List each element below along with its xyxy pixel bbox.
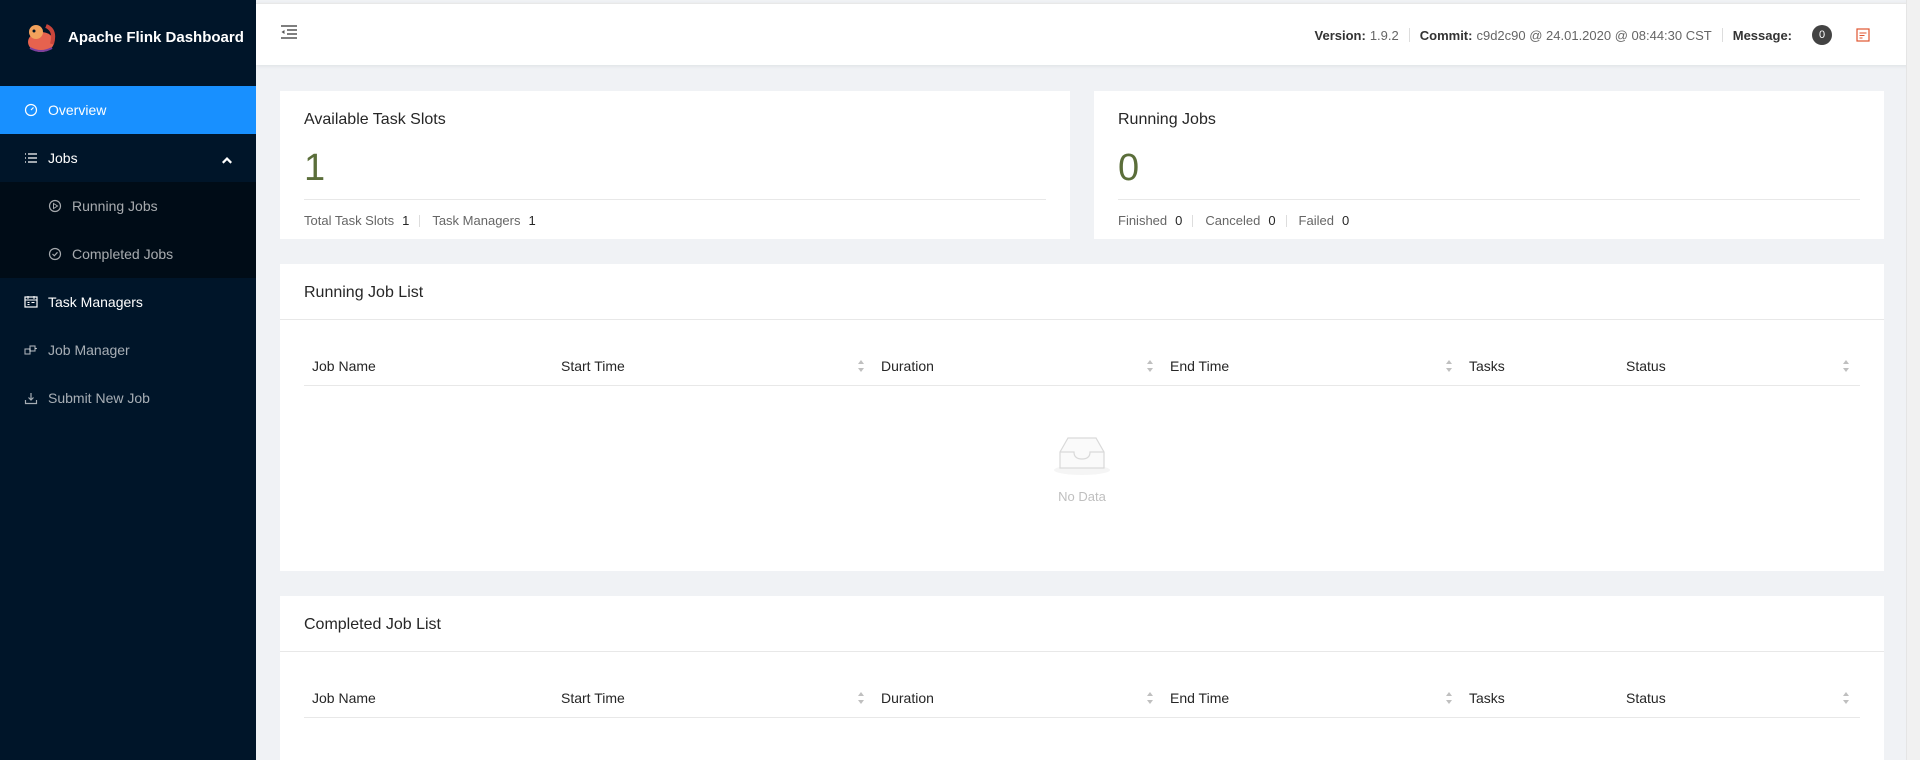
- column-job-name[interactable]: Job Name: [312, 678, 376, 718]
- sort-icon[interactable]: [1842, 359, 1850, 373]
- column-status[interactable]: Status: [1626, 678, 1666, 718]
- message-badge[interactable]: 0: [1812, 25, 1832, 45]
- sidebar-item-label: Running Jobs: [72, 198, 158, 214]
- column-start-time[interactable]: Start Time: [561, 678, 625, 718]
- header: Version: 1.9.2 Commit: c9d2c90 @ 24.01.2…: [256, 3, 1920, 65]
- sort-icon[interactable]: [1445, 359, 1453, 373]
- divider: [1285, 214, 1287, 227]
- canceled-value: 0: [1268, 213, 1276, 228]
- column-tasks[interactable]: Tasks: [1469, 346, 1505, 386]
- logo[interactable]: Apache Flink Dashboard: [0, 0, 256, 74]
- flink-squirrel-icon: [28, 24, 56, 52]
- canceled-label: Canceled: [1205, 213, 1261, 228]
- empty-text: No Data: [1058, 489, 1106, 504]
- task-managers-value: 1: [528, 213, 536, 228]
- sidebar-item-task-managers[interactable]: Task Managers: [0, 278, 256, 326]
- play-circle-icon: [48, 199, 62, 213]
- sidebar-menu: Overview Jobs Running Jobs Completed Job…: [0, 86, 256, 422]
- list-title: Completed Job List: [304, 616, 441, 633]
- running-jobs-value: 0: [1118, 147, 1140, 189]
- sidebar-item-label: Submit New Job: [48, 390, 150, 406]
- table-header: Job Name Start Time Duration End Time Ta…: [304, 678, 1860, 718]
- sidebar-item-label: Completed Jobs: [72, 246, 174, 262]
- task-managers-label: Task Managers: [432, 213, 521, 228]
- table-header: Job Name Start Time Duration End Time Ta…: [304, 346, 1860, 386]
- failed-label: Failed: [1298, 213, 1334, 228]
- sidebar-item-label: Job Manager: [48, 342, 130, 358]
- sidebar-item-overview[interactable]: Overview: [0, 86, 256, 134]
- message-label: Message:: [1732, 27, 1792, 43]
- sidebar-item-submit-new-job[interactable]: Submit New Job: [0, 374, 256, 422]
- failed-value: 0: [1341, 213, 1350, 228]
- completed-job-list: Completed Job List Job Name Start Time D…: [280, 596, 1884, 760]
- sidebar-item-jobs[interactable]: Jobs: [0, 134, 256, 182]
- sort-icon[interactable]: [857, 359, 865, 373]
- app-title: Apache Flink Dashboard: [68, 28, 244, 46]
- dashboard-icon: [24, 103, 38, 117]
- column-end-time[interactable]: End Time: [1170, 346, 1229, 386]
- sidebar-item-label: Overview: [48, 102, 107, 118]
- slots-stats: Total Task Slots 1 Task Managers 1: [304, 213, 546, 228]
- empty-state: No Data: [280, 432, 1884, 504]
- sidebar-item-job-manager[interactable]: Job Manager: [0, 326, 256, 374]
- divider: [419, 214, 421, 227]
- list-header: Running Job List: [280, 264, 1884, 320]
- list-header: Completed Job List: [280, 596, 1884, 652]
- running-jobs-card: Running Jobs 0 Finished 0 Canceled 0 Fai…: [1094, 91, 1884, 239]
- running-job-list: Running Job List Job Name Start Time Dur…: [280, 264, 1884, 571]
- notification-icon[interactable]: [1856, 28, 1870, 42]
- jobs-stats: Finished 0 Canceled 0 Failed 0: [1118, 213, 1359, 228]
- available-slots-value: 1: [304, 147, 326, 189]
- finished-label: Finished: [1118, 213, 1168, 228]
- divider: [1408, 28, 1410, 42]
- menu-fold-icon[interactable]: [280, 24, 298, 40]
- divider: [304, 199, 1046, 200]
- schedule-icon: [24, 295, 38, 309]
- sidebar-item-running-jobs[interactable]: Running Jobs: [0, 182, 256, 230]
- column-end-time[interactable]: End Time: [1170, 678, 1229, 718]
- column-status[interactable]: Status: [1626, 346, 1666, 386]
- sidebar-item-label: Task Managers: [48, 294, 143, 310]
- column-duration[interactable]: Duration: [881, 678, 934, 718]
- column-tasks[interactable]: Tasks: [1469, 678, 1505, 718]
- sidebar-item-label: Jobs: [48, 150, 78, 166]
- page-scrollbar[interactable]: [1906, 0, 1920, 760]
- check-circle-icon: [48, 247, 62, 261]
- finished-value: 0: [1175, 213, 1183, 228]
- sort-icon[interactable]: [857, 691, 865, 705]
- task-slots-card: Available Task Slots 1 Total Task Slots …: [280, 91, 1070, 239]
- column-job-name[interactable]: Job Name: [312, 346, 376, 386]
- upload-icon: [24, 391, 38, 405]
- chevron-up-icon: [222, 157, 232, 164]
- commit-value: c9d2c90 @ 24.01.2020 @ 08:44:30 CST: [1476, 27, 1712, 43]
- total-slots-value: 1: [402, 213, 410, 228]
- sidebar-item-completed-jobs[interactable]: Completed Jobs: [0, 230, 256, 278]
- version-value: 1.9.2: [1369, 27, 1399, 43]
- card-title: Available Task Slots: [304, 111, 446, 128]
- total-slots-label: Total Task Slots: [304, 213, 395, 228]
- header-info: Version: 1.9.2 Commit: c9d2c90 @ 24.01.2…: [1315, 4, 1870, 66]
- sort-icon[interactable]: [1146, 359, 1154, 373]
- sidebar: Apache Flink Dashboard Overview Jobs Run…: [0, 0, 256, 760]
- column-start-time[interactable]: Start Time: [561, 346, 625, 386]
- column-duration[interactable]: Duration: [881, 346, 934, 386]
- sort-icon[interactable]: [1445, 691, 1453, 705]
- version-label: Version:: [1314, 27, 1366, 43]
- cluster-icon: [24, 343, 38, 357]
- list-icon: [24, 151, 38, 165]
- list-title: Running Job List: [304, 284, 424, 301]
- card-title: Running Jobs: [1118, 111, 1216, 128]
- empty-inbox-icon: [1054, 437, 1110, 475]
- sort-icon[interactable]: [1842, 691, 1850, 705]
- divider: [1721, 28, 1723, 42]
- divider: [1118, 199, 1860, 200]
- divider: [1192, 214, 1194, 227]
- commit-label: Commit:: [1419, 27, 1473, 43]
- sort-icon[interactable]: [1146, 691, 1154, 705]
